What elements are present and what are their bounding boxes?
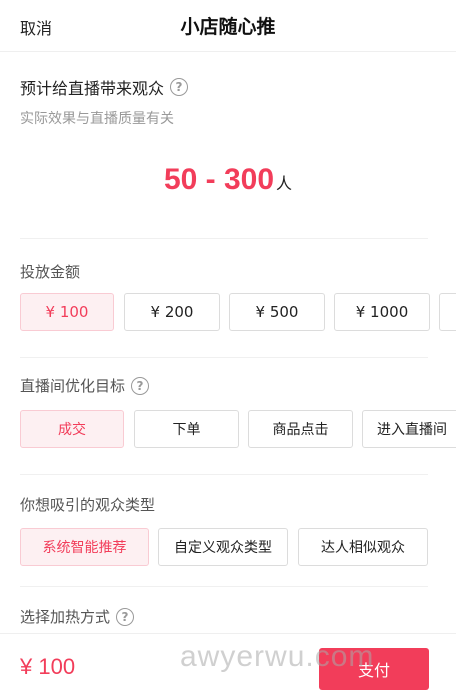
estimate-subtitle: 实际效果与直播质量有关 bbox=[20, 111, 174, 127]
goal-section-title: 直播间优化目标 ? bbox=[20, 375, 150, 396]
divider bbox=[20, 586, 428, 587]
audience-option-smart[interactable]: 系统智能推荐 bbox=[20, 528, 149, 566]
audience-title: 你想吸引的观众类型 bbox=[20, 496, 156, 514]
estimate-range: 50 - 300 bbox=[163, 163, 275, 196]
pay-button[interactable]: 支付 bbox=[319, 648, 429, 690]
budget-option-200[interactable]: ¥ 200 bbox=[124, 293, 220, 331]
footer-bar: ¥ 100 支付 bbox=[0, 633, 456, 698]
estimate-unit: 人 bbox=[276, 174, 293, 193]
heating-section-title: 选择加热方式 ? bbox=[20, 606, 135, 627]
nav-header: 取消 小店随心推 bbox=[0, 0, 456, 52]
help-icon[interactable]: ? bbox=[170, 78, 189, 96]
total-amount: ¥ 100 bbox=[20, 654, 76, 679]
help-icon[interactable]: ? bbox=[116, 607, 135, 626]
goal-title: 直播间优化目标 bbox=[20, 377, 126, 395]
budget-option-500[interactable]: ¥ 500 bbox=[229, 293, 325, 331]
audience-section-title: 你想吸引的观众类型 bbox=[20, 494, 155, 515]
goal-option-order[interactable]: 下单 bbox=[134, 410, 239, 448]
goal-option-enter-room[interactable]: 进入直播间 bbox=[362, 410, 456, 448]
estimate-value: 50 - 300 人 bbox=[0, 163, 456, 197]
estimate-section-title: 预计给直播带来观众 ? bbox=[20, 75, 189, 99]
budget-section-title: 投放金额 bbox=[20, 261, 80, 282]
divider bbox=[20, 474, 428, 475]
page-title: 小店随心推 bbox=[180, 16, 276, 38]
budget-title: 投放金额 bbox=[20, 263, 81, 281]
goal-option-deal[interactable]: 成交 bbox=[20, 410, 124, 448]
budget-option-more[interactable] bbox=[439, 293, 456, 331]
audience-option-custom[interactable]: 自定义观众类型 bbox=[158, 528, 288, 566]
audience-option-similar[interactable]: 达人相似观众 bbox=[298, 528, 428, 566]
help-icon[interactable]: ? bbox=[131, 376, 150, 395]
heating-title: 选择加热方式 bbox=[20, 608, 111, 626]
budget-option-1000[interactable]: ¥ 1000 bbox=[334, 293, 430, 331]
divider bbox=[20, 357, 428, 358]
divider bbox=[20, 238, 428, 239]
goal-option-click[interactable]: 商品点击 bbox=[248, 410, 353, 448]
form-content: 预计给直播带来观众 ? 实际效果与直播质量有关 50 - 300 人 投放金额 ¥… bbox=[0, 53, 456, 633]
budget-option-100[interactable]: ¥ 100 bbox=[20, 293, 114, 331]
estimate-title: 预计给直播带来观众 bbox=[20, 79, 165, 98]
